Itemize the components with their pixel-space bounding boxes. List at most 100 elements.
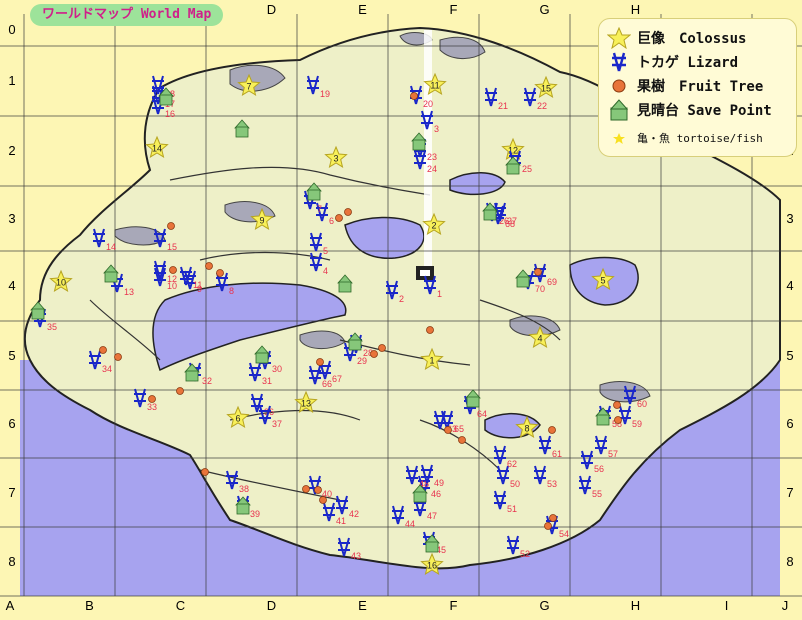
column-label-bottom: H — [630, 598, 641, 613]
lizard-number: 53 — [547, 479, 557, 489]
lizard-number: 16 — [165, 109, 175, 119]
lizard-number: 7 — [317, 204, 322, 214]
row-label-left: 7 — [8, 484, 16, 500]
fruit-tree-marker — [201, 468, 209, 476]
lizard-number: 15 — [167, 242, 177, 252]
fruit-tree-marker — [549, 514, 557, 522]
fruit-tree-marker — [544, 522, 552, 530]
lizard-number: 32 — [202, 376, 212, 386]
colossus-number: 12 — [508, 146, 518, 156]
fruit-tree-marker — [167, 222, 175, 230]
lizard-number: 20 — [423, 99, 433, 109]
fruit-tree-marker — [99, 346, 107, 354]
column-label-top: D — [266, 2, 277, 17]
lizard-number: 51 — [507, 504, 517, 514]
row-label-left: 6 — [8, 416, 16, 431]
legend-colossus-label: 巨像 Colossus — [637, 31, 747, 47]
lizard-number: 33 — [147, 402, 157, 412]
row-label-right: 6 — [786, 416, 794, 431]
legend-lizard: トカゲ Lizard — [607, 51, 738, 73]
colossus-number: 9 — [259, 216, 264, 226]
fruit-tree-marker — [319, 496, 327, 504]
column-label-bottom: C — [175, 598, 186, 613]
colossus-number: 6 — [235, 414, 240, 424]
lizard-number: 29 — [357, 356, 367, 366]
lizard-number: 64 — [477, 409, 487, 419]
row-label-left: 3 — [8, 210, 16, 226]
lizard-number: 21 — [498, 101, 508, 111]
fruit-tree-marker — [444, 426, 452, 434]
fruit-tree-marker — [534, 268, 542, 276]
column-label-top: F — [449, 2, 458, 17]
legend-save-point-label: 見晴台 Save Point — [637, 103, 772, 119]
colossus-number: 14 — [152, 144, 162, 154]
fruit-tree-marker — [378, 344, 386, 352]
lizard-number: 68 — [505, 219, 515, 229]
fruit-tree-marker — [314, 486, 322, 494]
star-icon — [607, 27, 631, 49]
colossus-number: 3 — [333, 154, 338, 164]
row-label-left: 8 — [8, 553, 16, 569]
row-label-right: 5 — [786, 347, 794, 363]
lizard-number: 12 — [167, 274, 177, 284]
lizard-number: 43 — [351, 551, 361, 561]
lizard-number: 19 — [320, 89, 330, 99]
lizard-number: 4 — [323, 266, 328, 276]
lizard-number: 66 — [322, 379, 332, 389]
row-label-right: 3 — [786, 210, 794, 226]
colossus-number: 1 — [429, 356, 434, 366]
column-label-bottom: I — [724, 598, 729, 613]
lizard-number: 52 — [520, 549, 530, 559]
legend-save-point: 見晴台 Save Point — [607, 99, 772, 121]
lizard-number: 61 — [552, 449, 562, 459]
lizard-icon — [612, 52, 626, 72]
lizard-number: 39 — [250, 509, 260, 519]
column-label-bottom: B — [85, 598, 94, 613]
lizard-number: 25 — [522, 164, 532, 174]
lizard-number: 8 — [229, 286, 234, 296]
fruit-tree-marker — [458, 436, 466, 444]
row-label-left: 2 — [8, 143, 16, 158]
lizard-number: 69 — [547, 277, 557, 287]
fruit-tree-marker — [344, 208, 352, 216]
column-label-bottom: J — [781, 598, 789, 613]
lizard-number: 62 — [507, 459, 517, 469]
colossus-number: 4 — [537, 334, 542, 344]
lizard-number: 54 — [559, 529, 569, 539]
fruit-tree-marker — [316, 358, 324, 366]
fruit-icon — [612, 79, 626, 93]
row-label-left: 4 — [8, 278, 16, 293]
row-label-left: 5 — [8, 347, 16, 363]
column-label-top: H — [630, 2, 641, 17]
lizard-number: 37 — [272, 419, 282, 429]
colossus-number: 5 — [600, 276, 605, 286]
fruit-tree-marker — [176, 387, 184, 395]
column-label-bottom: A — [5, 598, 15, 613]
fruit-tree-marker — [426, 326, 434, 334]
colossus-number: 2 — [431, 221, 436, 231]
lizard-number: 1 — [437, 289, 442, 299]
row-label-right: 7 — [786, 484, 794, 500]
column-label-bottom: E — [358, 598, 367, 613]
row-label-left: 0 — [8, 22, 16, 37]
colossus-number: 10 — [56, 278, 66, 288]
fruit-tree-marker — [613, 401, 621, 409]
fruit-tree-marker — [410, 92, 418, 100]
lizard-number: 3 — [434, 124, 439, 134]
lizard-number: 31 — [262, 376, 272, 386]
column-label-top: E — [358, 2, 367, 17]
column-label-bottom: D — [266, 598, 277, 613]
lizard-number: 5 — [323, 246, 328, 256]
colossus-number: 15 — [541, 84, 551, 94]
lizard-number: 65 — [454, 424, 464, 434]
lizard-number: 23 — [427, 152, 437, 162]
fruit-tree-marker — [302, 485, 310, 493]
lizard-number: 67 — [332, 374, 342, 384]
lizard-number: 2 — [399, 294, 404, 304]
fruit-tree-marker — [335, 214, 343, 222]
fruit-tree-marker — [114, 353, 122, 361]
fruit-tree-marker — [614, 416, 622, 424]
small-star-icon — [613, 133, 625, 144]
row-label-left: 1 — [8, 73, 16, 88]
legend-lizard-label: トカゲ Lizard — [637, 55, 739, 71]
